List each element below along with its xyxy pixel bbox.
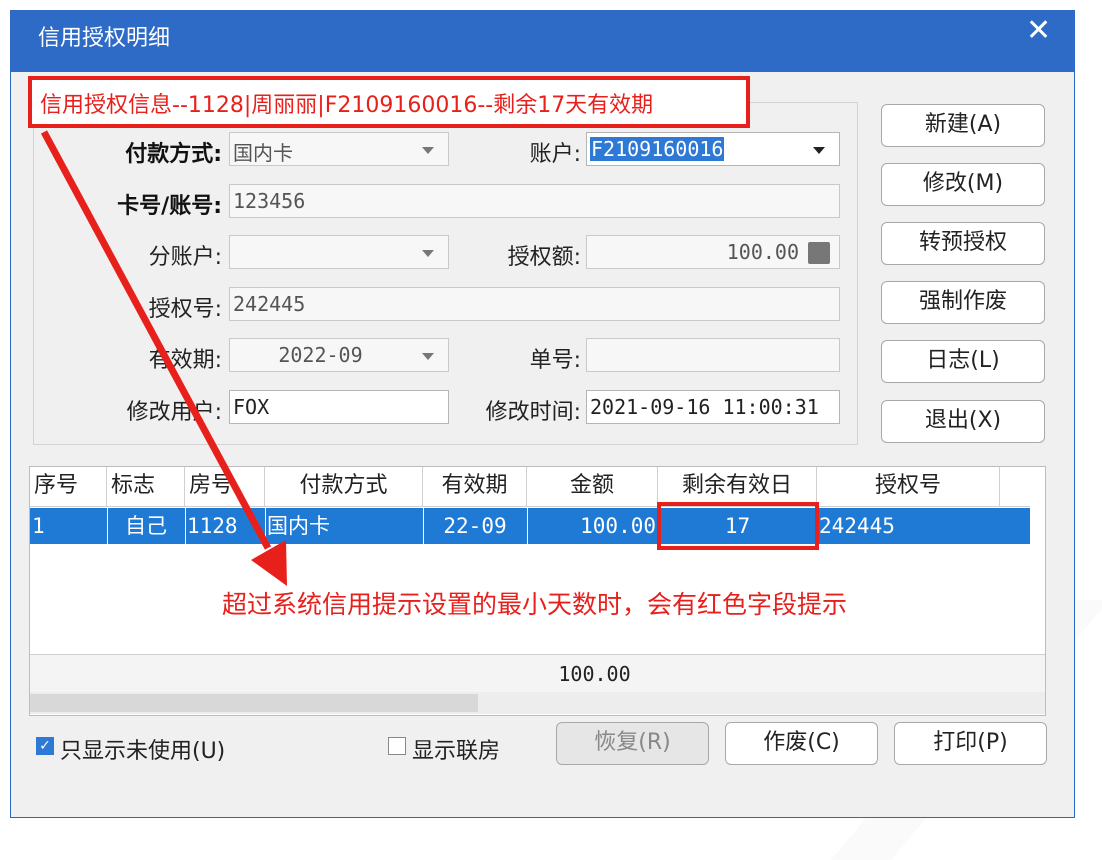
annotation-text: 超过系统信用提示设置的最小天数时，会有红色字段提示: [222, 590, 848, 619]
annotation-arrow-icon: [40, 130, 287, 586]
